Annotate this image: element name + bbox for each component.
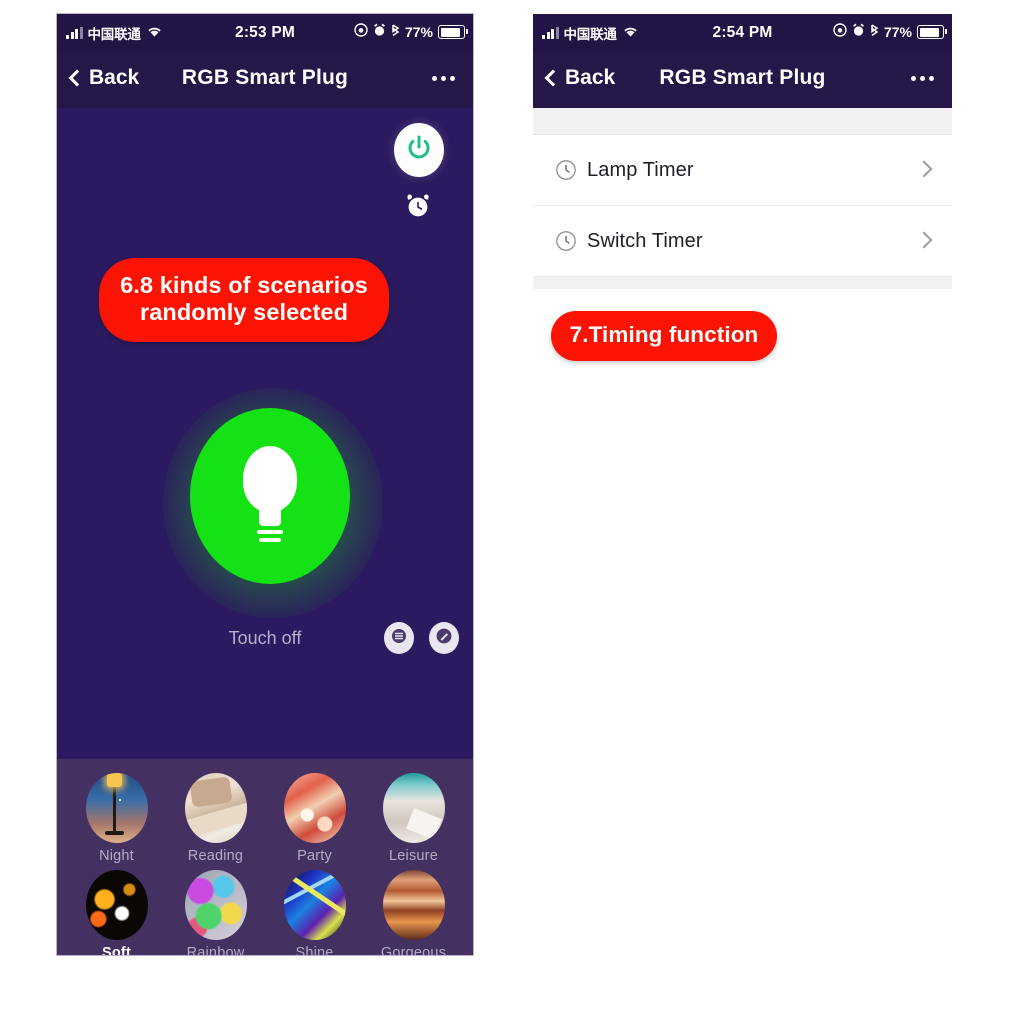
scene-row-1: Night Reading Party Leisure — [57, 767, 473, 864]
pencil-edit-icon — [436, 628, 452, 649]
list-item-label: Switch Timer — [587, 229, 703, 252]
scene-item-soft[interactable]: Soft — [74, 870, 160, 955]
scene-label: Leisure — [389, 848, 438, 864]
scene-label: Gorgeous — [380, 945, 447, 955]
annotation-line-1: 6.8 kinds of scenarios — [120, 272, 368, 298]
alarm-clock-icon — [403, 194, 433, 224]
scene-label: Shine — [295, 945, 334, 955]
right-phone-body: Lamp Timer Switch Timer — [533, 108, 952, 289]
list-item-label: Lamp Timer — [587, 158, 694, 181]
clock-icon — [555, 230, 577, 252]
battery-icon — [917, 25, 947, 39]
list-top-spacer — [533, 108, 952, 135]
page-title: RGB Smart Plug — [181, 66, 349, 89]
scene-thumbnail-party — [283, 773, 346, 843]
scene-item-night[interactable]: Night — [74, 773, 160, 864]
scene-thumbnail-night — [85, 773, 148, 843]
scene-item-gorgeous[interactable]: Gorgeous — [371, 870, 457, 955]
scene-item-shine[interactable]: Shine — [272, 870, 358, 955]
page-title: RGB Smart Plug — [659, 66, 826, 89]
battery-percent-label: 77% — [883, 24, 912, 40]
list-button[interactable] — [384, 622, 414, 654]
scene-thumbnail-reading — [184, 773, 247, 843]
scene-label: Reading — [187, 848, 244, 864]
scene-label: Soft — [102, 945, 131, 955]
list-bottom-spacer — [533, 276, 952, 289]
annotation-line-2: randomly selected — [139, 299, 349, 326]
bulb-toggle-button[interactable] — [190, 408, 350, 584]
light-bulb-icon — [238, 446, 302, 546]
battery-percent-label: 77% — [404, 24, 433, 40]
more-dots-icon[interactable] — [432, 76, 455, 81]
left-phone-screenshot: 中国联通 2:53 PM 77% Back RGB Smart Plug 6.8… — [57, 14, 473, 955]
status-right-group: 77% — [354, 23, 468, 41]
chevron-right-icon — [915, 160, 933, 178]
alarm-icon — [373, 23, 386, 41]
left-phone-body: 6.8 kinds of scenarios randomly selected… — [57, 108, 473, 955]
scene-label: Party — [297, 848, 332, 864]
annotation-line-1: 7.Timing function — [569, 322, 759, 347]
scene-label: Rainbow — [186, 945, 245, 955]
scene-thumbnail-soft — [85, 870, 148, 940]
scene-item-rainbow[interactable]: Rainbow — [173, 870, 259, 955]
annotation-callout-scenarios: 6.8 kinds of scenarios randomly selected — [99, 258, 389, 343]
touch-status-row: Touch off — [57, 620, 473, 662]
more-dots-icon[interactable] — [911, 76, 934, 81]
scene-thumbnail-leisure — [382, 773, 445, 843]
right-status-bar: 中国联通 2:54 PM 77% — [533, 14, 952, 52]
power-button[interactable] — [394, 123, 444, 177]
edit-button[interactable] — [429, 622, 459, 654]
left-status-bar: 中国联通 2:53 PM 77% — [57, 14, 473, 52]
list-icon — [391, 628, 407, 648]
bluetooth-icon — [391, 23, 400, 41]
right-nav-bar: Back RGB Smart Plug — [533, 52, 952, 108]
status-right-group: 77% — [833, 23, 947, 41]
list-item-lamp-timer[interactable]: Lamp Timer — [533, 135, 952, 205]
annotation-callout-timing: 7.Timing function — [551, 311, 777, 361]
scene-label: Night — [99, 848, 134, 864]
clock-icon — [555, 159, 577, 181]
battery-icon — [438, 25, 468, 39]
power-icon — [405, 134, 433, 167]
chevron-right-icon — [915, 231, 933, 249]
right-phone-screenshot: 中国联通 2:54 PM 77% Back RGB Smart Plug Lam… — [533, 14, 952, 314]
alarm-icon — [852, 23, 865, 41]
scene-thumbnail-rainbow — [184, 870, 247, 940]
alarm-clock-button[interactable] — [403, 190, 433, 220]
location-icon — [833, 23, 847, 41]
bluetooth-icon — [870, 23, 879, 41]
list-item-switch-timer[interactable]: Switch Timer — [533, 205, 952, 276]
scene-item-reading[interactable]: Reading — [173, 773, 259, 864]
scene-thumbnail-gorgeous — [382, 870, 445, 940]
scene-item-leisure[interactable]: Leisure — [371, 773, 457, 864]
page-root: 中国联通 2:53 PM 77% Back RGB Smart Plug 6.8… — [0, 0, 1010, 1010]
left-nav-bar: Back RGB Smart Plug — [57, 52, 473, 108]
location-icon — [354, 23, 368, 41]
scene-thumbnail-shine — [283, 870, 346, 940]
scene-item-party[interactable]: Party — [272, 773, 358, 864]
scene-panel: Night Reading Party Leisure Soft Rainbow… — [57, 759, 473, 955]
scene-row-2: Soft Rainbow Shine Gorgeous — [57, 864, 473, 955]
